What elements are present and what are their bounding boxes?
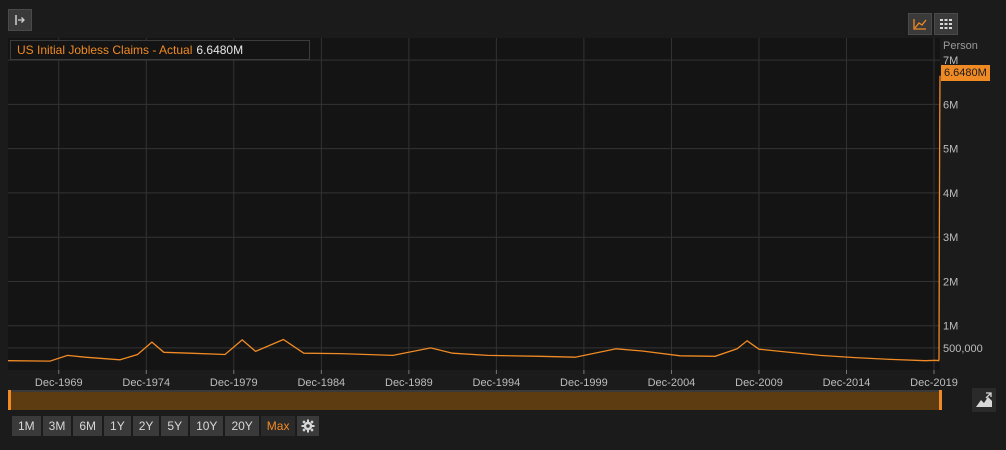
x-tick-label: Dec-1969 — [35, 377, 83, 389]
line-chart[interactable]: Dec-1969 Dec-1974 Dec-1979 Dec-1984 Dec-1989… — [8, 38, 1006, 390]
x-axis: Dec-1969 Dec-1974 Dec-1979 Dec-1984 Dec-1989… — [35, 370, 958, 389]
period-button-6m[interactable]: 6M — [73, 416, 103, 436]
x-tick-label: Dec-2019 — [910, 377, 958, 389]
period-button-max[interactable]: Max — [260, 416, 296, 436]
legend-series-name: US Initial Jobless Claims - Actual — [17, 43, 193, 57]
toolbar — [0, 0, 1006, 38]
legend: US Initial Jobless Claims - Actual 6.6480… — [10, 40, 310, 60]
range-navigator[interactable] — [8, 390, 942, 410]
x-tick-label: Dec-1974 — [122, 377, 170, 389]
legend-value: 6.6480M — [196, 43, 244, 57]
x-tick-label: Dec-1984 — [297, 377, 345, 389]
x-tick-label: Dec-1994 — [473, 377, 521, 389]
axis-unit: Person — [943, 40, 978, 52]
last-value-tag: 6.6480M — [941, 65, 990, 81]
table-view-icon[interactable] — [934, 13, 958, 35]
period-button-3m[interactable]: 3M — [42, 416, 72, 436]
range-handle-left[interactable] — [8, 390, 11, 410]
period-button-2y[interactable]: 2Y — [132, 416, 160, 436]
gear-icon[interactable] — [297, 416, 320, 436]
x-tick-label: Dec-1979 — [210, 377, 258, 389]
period-button-1m[interactable]: 1M — [12, 416, 41, 436]
y-tick-label: 500,000 — [943, 343, 983, 355]
y-tick-label: 2M — [943, 276, 958, 288]
plot-area — [8, 38, 940, 370]
x-tick-label: Dec-2004 — [648, 377, 696, 389]
x-tick-label: Dec-1989 — [385, 377, 433, 389]
x-tick-label: Dec-2014 — [823, 377, 871, 389]
y-tick-label: 3M — [943, 232, 958, 244]
period-button-1y[interactable]: 1Y — [104, 416, 131, 436]
range-handle-right[interactable] — [939, 390, 942, 410]
y-axis: 500,0001M2M3M4M5M6M7M — [943, 55, 983, 355]
period-button-5y[interactable]: 5Y — [161, 416, 189, 436]
period-selector: 1M 3M 6M 1Y 2Y 5Y 10Y 20Y Max — [12, 416, 320, 436]
period-button-10y[interactable]: 10Y — [190, 416, 224, 436]
chart-type-icon[interactable] — [908, 13, 932, 35]
period-button-20y[interactable]: 20Y — [225, 416, 259, 436]
collapse-panel-icon[interactable] — [8, 9, 32, 31]
y-tick-label: 5M — [943, 144, 958, 156]
y-tick-label: 6M — [943, 99, 958, 111]
y-tick-label: 1M — [943, 321, 958, 333]
y-tick-label: 4M — [943, 188, 958, 200]
x-tick-label: Dec-2009 — [735, 377, 783, 389]
x-tick-label: Dec-1999 — [560, 377, 608, 389]
zoom-chart-icon[interactable] — [972, 388, 996, 412]
